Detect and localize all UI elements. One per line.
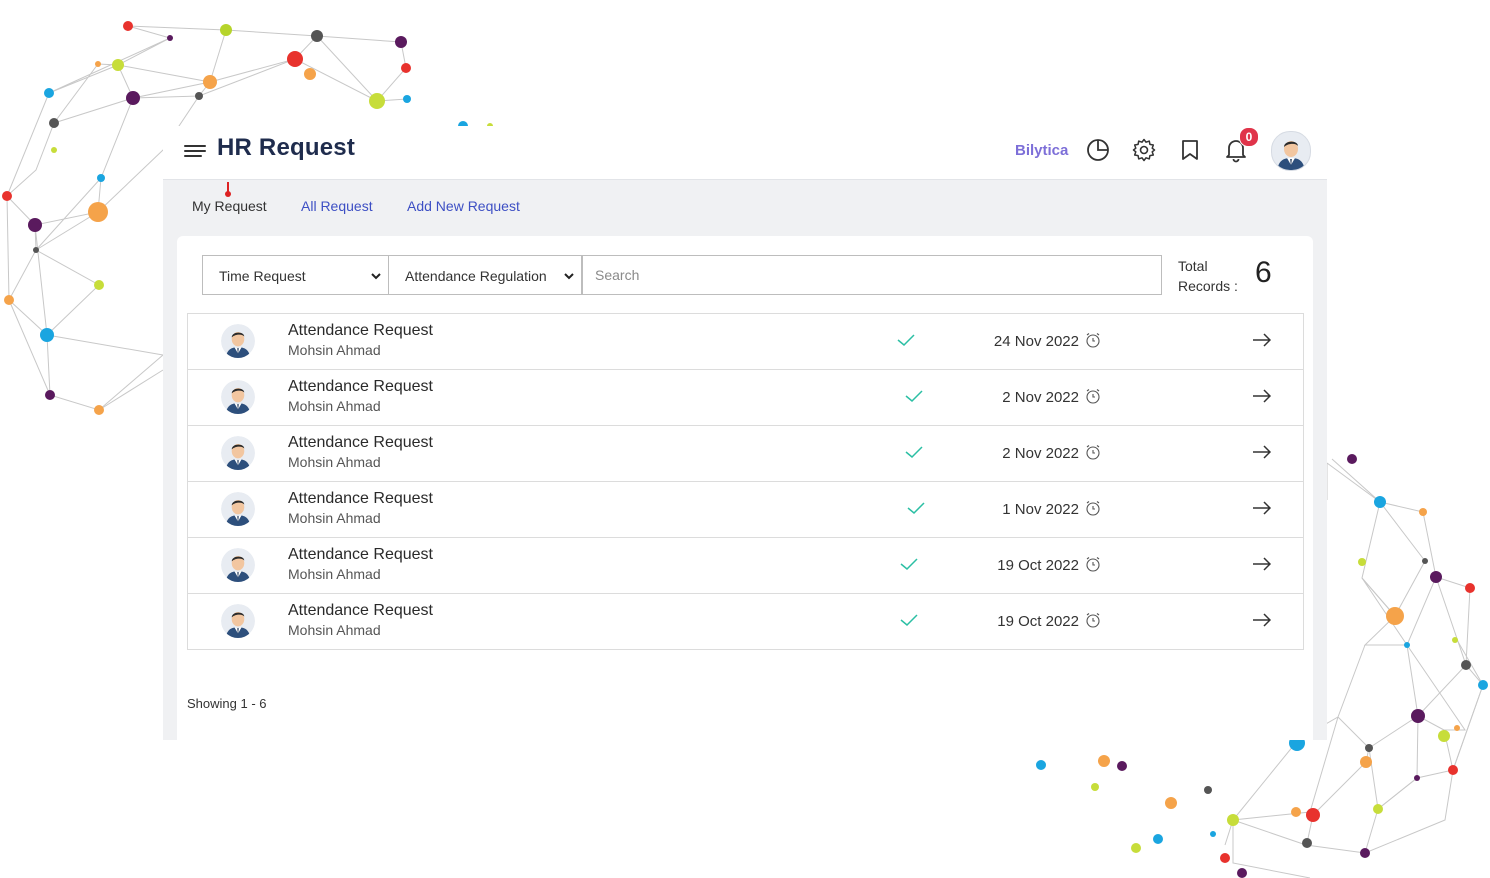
check-icon	[905, 390, 923, 403]
alarm-clock-icon	[1086, 557, 1100, 572]
check-icon	[900, 558, 918, 571]
requester-avatar	[221, 380, 255, 414]
requester-name: Mohsin Ahmad	[288, 622, 381, 638]
tab-all-request[interactable]: All Request	[301, 198, 373, 214]
tab-my-request[interactable]: My Request	[192, 198, 267, 214]
pie-chart-icon[interactable]	[1085, 137, 1111, 163]
total-records-label: Total Records :	[1178, 258, 1238, 294]
request-title: Attendance Request	[288, 602, 433, 619]
request-date: 1 Nov 2022	[1002, 501, 1079, 518]
request-title: Attendance Request	[288, 546, 433, 563]
requester-name: Mohsin Ahmad	[288, 510, 381, 526]
hamburger-icon[interactable]	[183, 141, 207, 161]
requests-card: Time Request Attendance Regulation Total…	[177, 236, 1313, 740]
arrow-right-icon[interactable]	[1251, 442, 1273, 462]
chevron-down-icon	[371, 273, 381, 280]
requester-avatar	[221, 548, 255, 582]
request-subtype-value: Attendance Regulation	[405, 268, 547, 284]
requester-name: Mohsin Ahmad	[288, 342, 381, 358]
alarm-clock-icon	[1086, 333, 1100, 348]
check-icon	[907, 502, 925, 515]
request-date: 2 Nov 2022	[1002, 445, 1079, 462]
top-bar: HR Request Bilytica 0	[163, 126, 1327, 180]
search-input[interactable]	[582, 255, 1162, 295]
user-avatar[interactable]	[1271, 131, 1311, 171]
request-list: Attendance Request Mohsin Ahmad 24 Nov 2…	[187, 313, 1304, 650]
request-title: Attendance Request	[288, 378, 433, 395]
requester-avatar	[221, 436, 255, 470]
list-item[interactable]: Attendance Request Mohsin Ahmad 1 Nov 20…	[188, 482, 1303, 538]
arrow-right-icon[interactable]	[1251, 554, 1273, 574]
list-item[interactable]: Attendance Request Mohsin Ahmad 2 Nov 20…	[188, 426, 1303, 482]
requester-name: Mohsin Ahmad	[288, 566, 381, 582]
tab-add-new-request[interactable]: Add New Request	[407, 198, 520, 214]
alarm-clock-icon	[1086, 501, 1100, 516]
list-item[interactable]: Attendance Request Mohsin Ahmad 2 Nov 20…	[188, 370, 1303, 426]
list-item[interactable]: Attendance Request Mohsin Ahmad 24 Nov 2…	[188, 314, 1303, 370]
alarm-clock-icon	[1086, 389, 1100, 404]
notification-badge: 0	[1239, 127, 1259, 147]
request-type-value: Time Request	[219, 268, 306, 284]
avatar-person-icon	[1277, 141, 1305, 170]
check-icon	[897, 334, 915, 347]
request-type-select[interactable]: Time Request	[202, 255, 389, 295]
check-icon	[905, 446, 923, 459]
requester-name: Mohsin Ahmad	[288, 454, 381, 470]
list-item[interactable]: Attendance Request Mohsin Ahmad 19 Oct 2…	[188, 538, 1303, 594]
request-date: 2 Nov 2022	[1002, 389, 1079, 406]
brand-link[interactable]: Bilytica	[1015, 142, 1068, 159]
requester-avatar	[221, 604, 255, 638]
request-title: Attendance Request	[288, 434, 433, 451]
requester-avatar	[221, 492, 255, 526]
total-records-count: 6	[1255, 256, 1272, 289]
active-tab-indicator	[225, 182, 231, 197]
list-item[interactable]: Attendance Request Mohsin Ahmad 19 Oct 2…	[188, 594, 1303, 650]
chevron-down-icon	[563, 270, 575, 282]
request-subtype-select[interactable]: Attendance Regulation	[388, 255, 582, 295]
request-title: Attendance Request	[288, 490, 433, 507]
request-date: 19 Oct 2022	[997, 557, 1079, 574]
requester-avatar	[221, 324, 255, 358]
pagination-info: Showing 1 - 6	[187, 696, 267, 711]
request-tabs: My Request All Request Add New Request	[163, 180, 1327, 236]
gear-icon[interactable]	[1131, 137, 1157, 163]
check-icon	[900, 614, 918, 627]
arrow-right-icon[interactable]	[1251, 386, 1273, 406]
arrow-right-icon[interactable]	[1251, 498, 1273, 518]
page-title: HR Request	[217, 134, 356, 161]
request-date: 24 Nov 2022	[993, 333, 1079, 350]
request-title: Attendance Request	[288, 322, 433, 339]
alarm-clock-icon	[1086, 613, 1100, 628]
requester-name: Mohsin Ahmad	[288, 398, 381, 414]
bookmark-icon[interactable]	[1177, 137, 1203, 163]
hr-request-app: HR Request Bilytica 0 My Request All Req…	[163, 126, 1327, 740]
arrow-right-icon[interactable]	[1251, 610, 1273, 630]
request-date: 19 Oct 2022	[997, 613, 1079, 630]
arrow-right-icon[interactable]	[1251, 330, 1273, 350]
alarm-clock-icon	[1086, 445, 1100, 460]
